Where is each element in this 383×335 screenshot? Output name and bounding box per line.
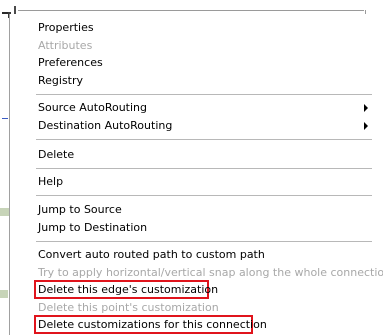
menu-item-delete-edge-customization[interactable]: Delete this edge's customization bbox=[38, 282, 218, 298]
menu-item-convert-to-custom-path[interactable]: Convert auto routed path to custom path bbox=[38, 247, 265, 263]
canvas-edge-line bbox=[18, 10, 364, 11]
menu-item-label: Destination AutoRouting bbox=[38, 119, 173, 132]
menu-item-jump-to-destination[interactable]: Jump to Destination bbox=[38, 220, 147, 236]
menu-separator bbox=[36, 241, 372, 242]
menu-separator bbox=[36, 94, 372, 95]
canvas-shape-fragment bbox=[0, 290, 8, 298]
canvas-connection-dash bbox=[2, 118, 8, 120]
menu-item-label: Source AutoRouting bbox=[38, 101, 147, 114]
menu-item-destination-autorouting[interactable]: Destination AutoRouting bbox=[38, 118, 378, 134]
menu-item-delete-point-customization: Delete this point's customization bbox=[38, 301, 219, 314]
submenu-arrow-icon bbox=[364, 122, 368, 130]
menu-separator bbox=[36, 139, 372, 140]
menu-separator bbox=[36, 168, 372, 169]
canvas-connection-mark bbox=[14, 6, 16, 14]
menu-item-properties[interactable]: Properties bbox=[38, 20, 94, 36]
menu-item-delete[interactable]: Delete bbox=[38, 147, 74, 163]
menu-item-registry[interactable]: Registry bbox=[38, 73, 83, 89]
menu-item-attributes: Attributes bbox=[38, 39, 93, 52]
menu-item-source-autorouting[interactable]: Source AutoRouting bbox=[38, 100, 378, 116]
context-menu: Properties Attributes Preferences Regist… bbox=[9, 14, 383, 335]
menu-separator bbox=[36, 195, 372, 196]
menu-item-apply-snap: Try to apply horizontal/vertical snap al… bbox=[38, 266, 383, 279]
menu-item-delete-connection-customizations[interactable]: Delete customizations for this connectio… bbox=[38, 317, 267, 333]
menu-item-preferences[interactable]: Preferences bbox=[38, 55, 103, 71]
menu-item-help[interactable]: Help bbox=[38, 174, 63, 190]
submenu-arrow-icon bbox=[364, 104, 368, 112]
menu-item-jump-to-source[interactable]: Jump to Source bbox=[38, 202, 122, 218]
